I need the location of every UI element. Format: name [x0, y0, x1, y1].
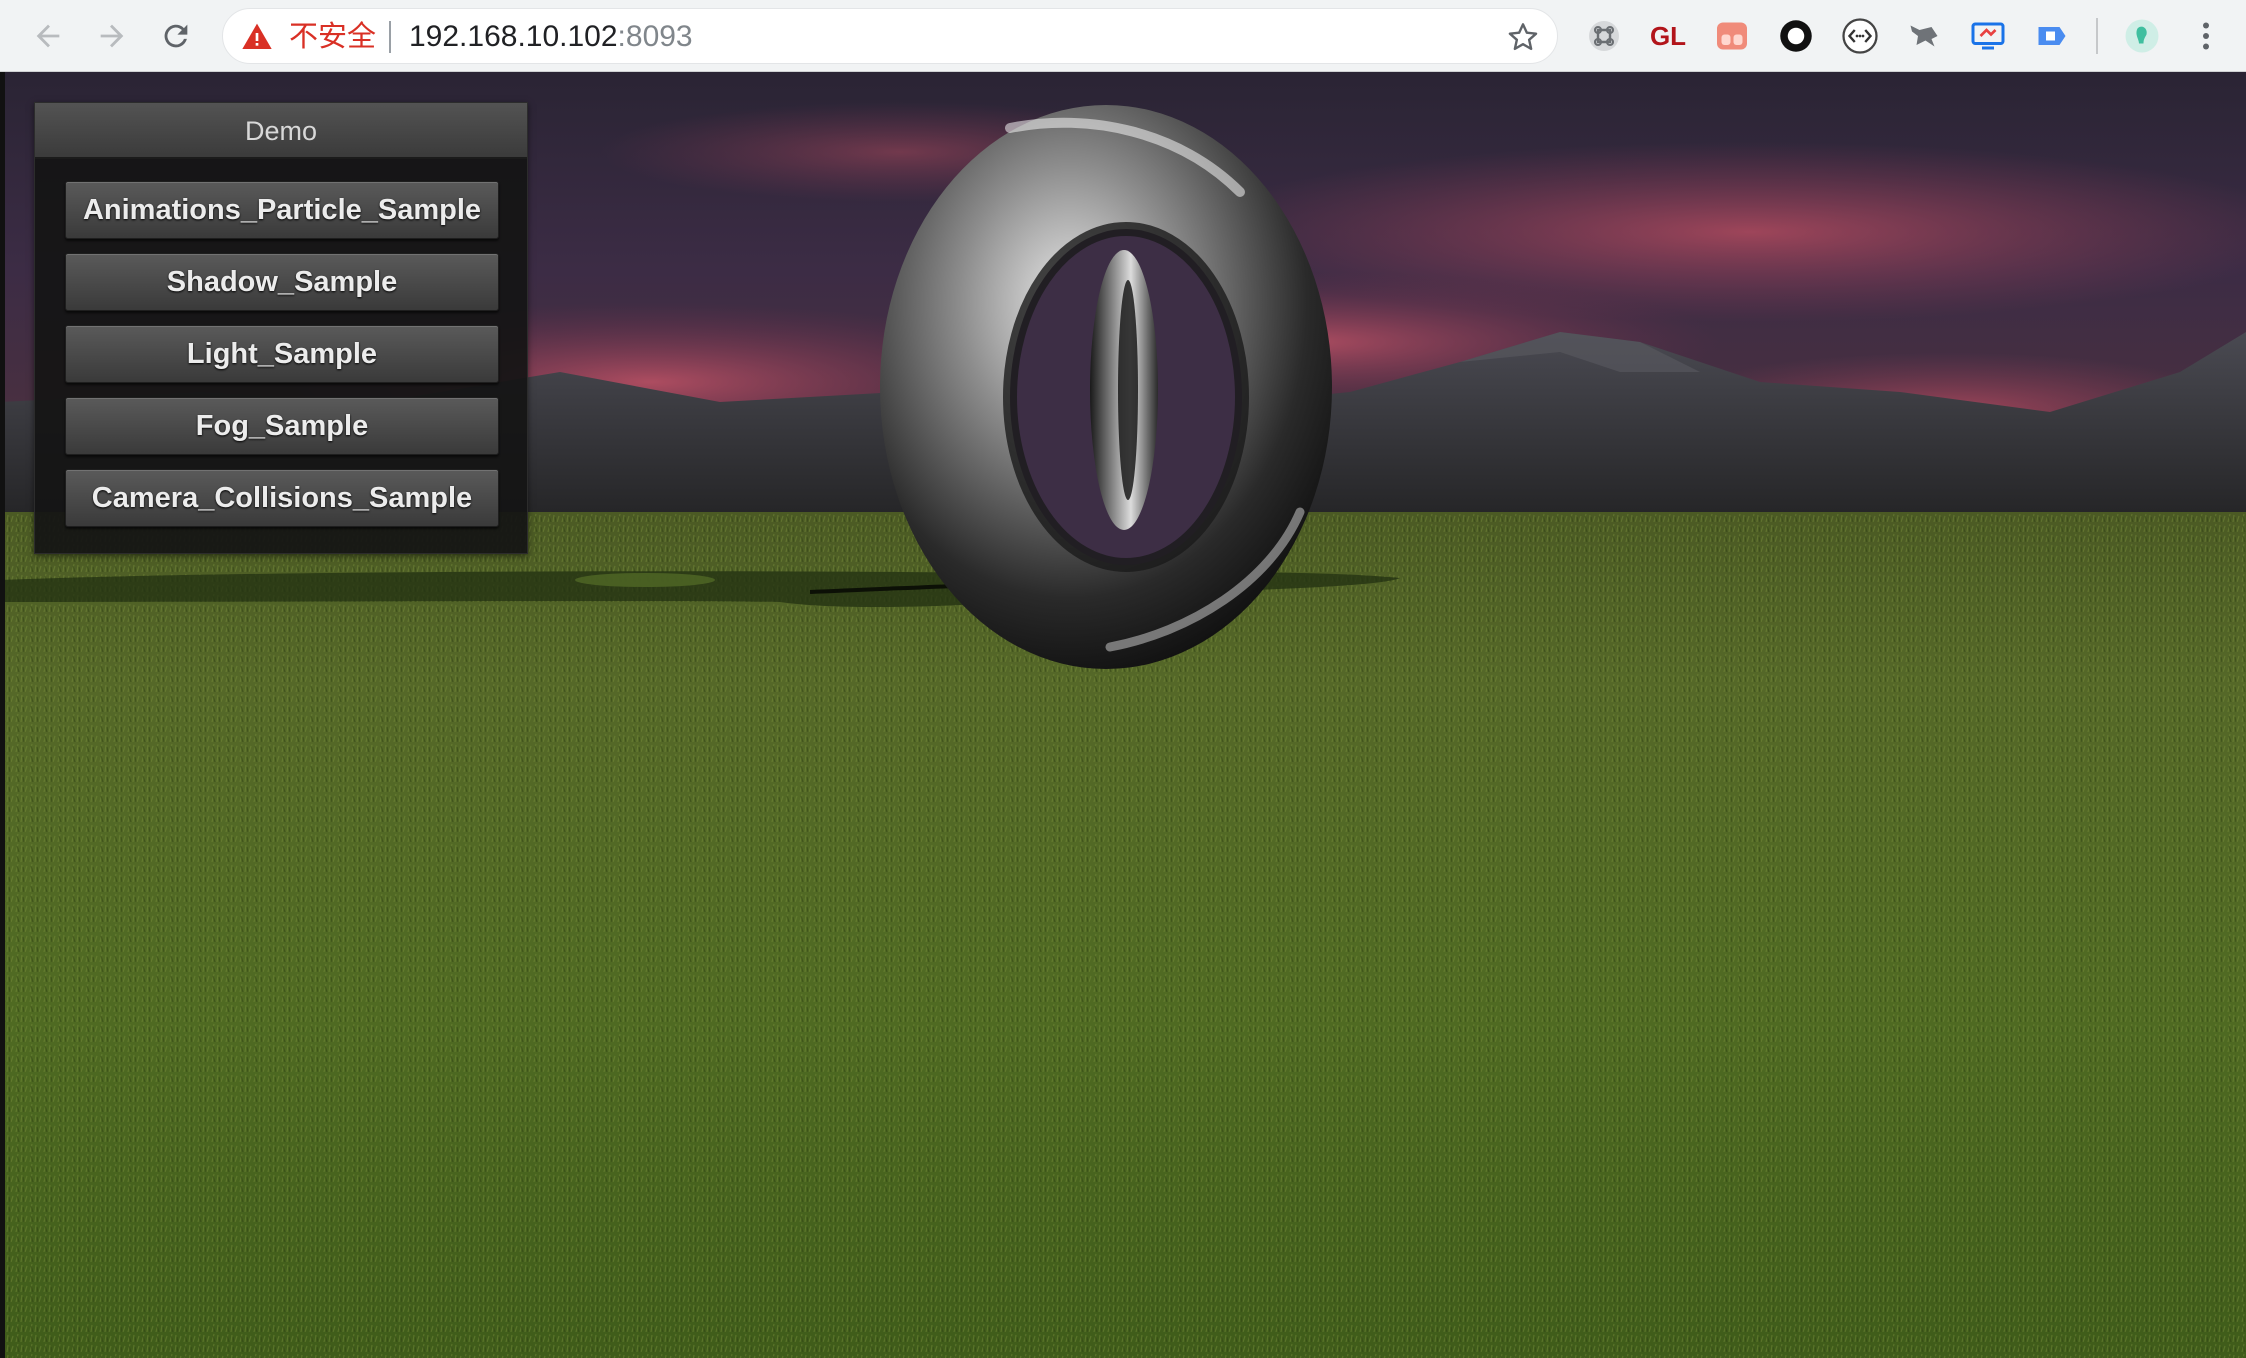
url-separator — [389, 21, 391, 53]
forward-button[interactable] — [90, 14, 134, 58]
camera-collisions-sample-button[interactable]: Camera_Collisions_Sample — [65, 469, 499, 527]
demo-panel-title[interactable]: Demo — [35, 103, 527, 159]
shadow-sample-button[interactable]: Shadow_Sample — [65, 253, 499, 311]
toolbar-separator — [2096, 18, 2098, 54]
back-button[interactable] — [26, 14, 70, 58]
menu-icon[interactable] — [2188, 18, 2224, 54]
browser-toolbar: 不安全 192.168.10.102:8093 GL — [0, 0, 2246, 72]
code-icon[interactable] — [1842, 18, 1878, 54]
forward-arrow-icon — [100, 24, 124, 48]
gl-icon[interactable]: GL — [1648, 18, 1688, 54]
extension-icon[interactable] — [1586, 18, 1622, 54]
reload-button[interactable] — [154, 14, 198, 58]
monitor-icon[interactable] — [1970, 18, 2006, 54]
fox-icon[interactable] — [1906, 18, 1942, 54]
shadow-hole — [575, 573, 715, 587]
address-bar[interactable]: 不安全 192.168.10.102:8093 — [222, 8, 1558, 64]
bookmark-star-icon[interactable] — [1507, 21, 1539, 53]
url-port: :8093 — [617, 20, 693, 53]
reload-icon — [164, 24, 188, 48]
profile-icon[interactable] — [2124, 18, 2160, 54]
url-host: 192.168.10.102 — [409, 20, 618, 53]
demo-panel: Demo Animations_Particle_Sample Shadow_S… — [34, 102, 528, 554]
torus-inner — [1090, 250, 1158, 530]
left-edge-strip — [0, 72, 5, 1358]
security-status[interactable]: 不安全 — [289, 9, 376, 65]
red-extension-icon[interactable] — [1714, 18, 1750, 54]
back-arrow-icon — [36, 24, 60, 48]
light-sample-button[interactable]: Light_Sample — [65, 325, 499, 383]
url-text[interactable]: 192.168.10.102:8093 — [409, 9, 693, 65]
ring-icon[interactable] — [1778, 18, 1814, 54]
animations-particle-sample-button[interactable]: Animations_Particle_Sample — [65, 181, 499, 239]
fog-sample-button[interactable]: Fog_Sample — [65, 397, 499, 455]
blue-extension-icon[interactable] — [2034, 18, 2070, 54]
warning-icon — [242, 23, 272, 49]
